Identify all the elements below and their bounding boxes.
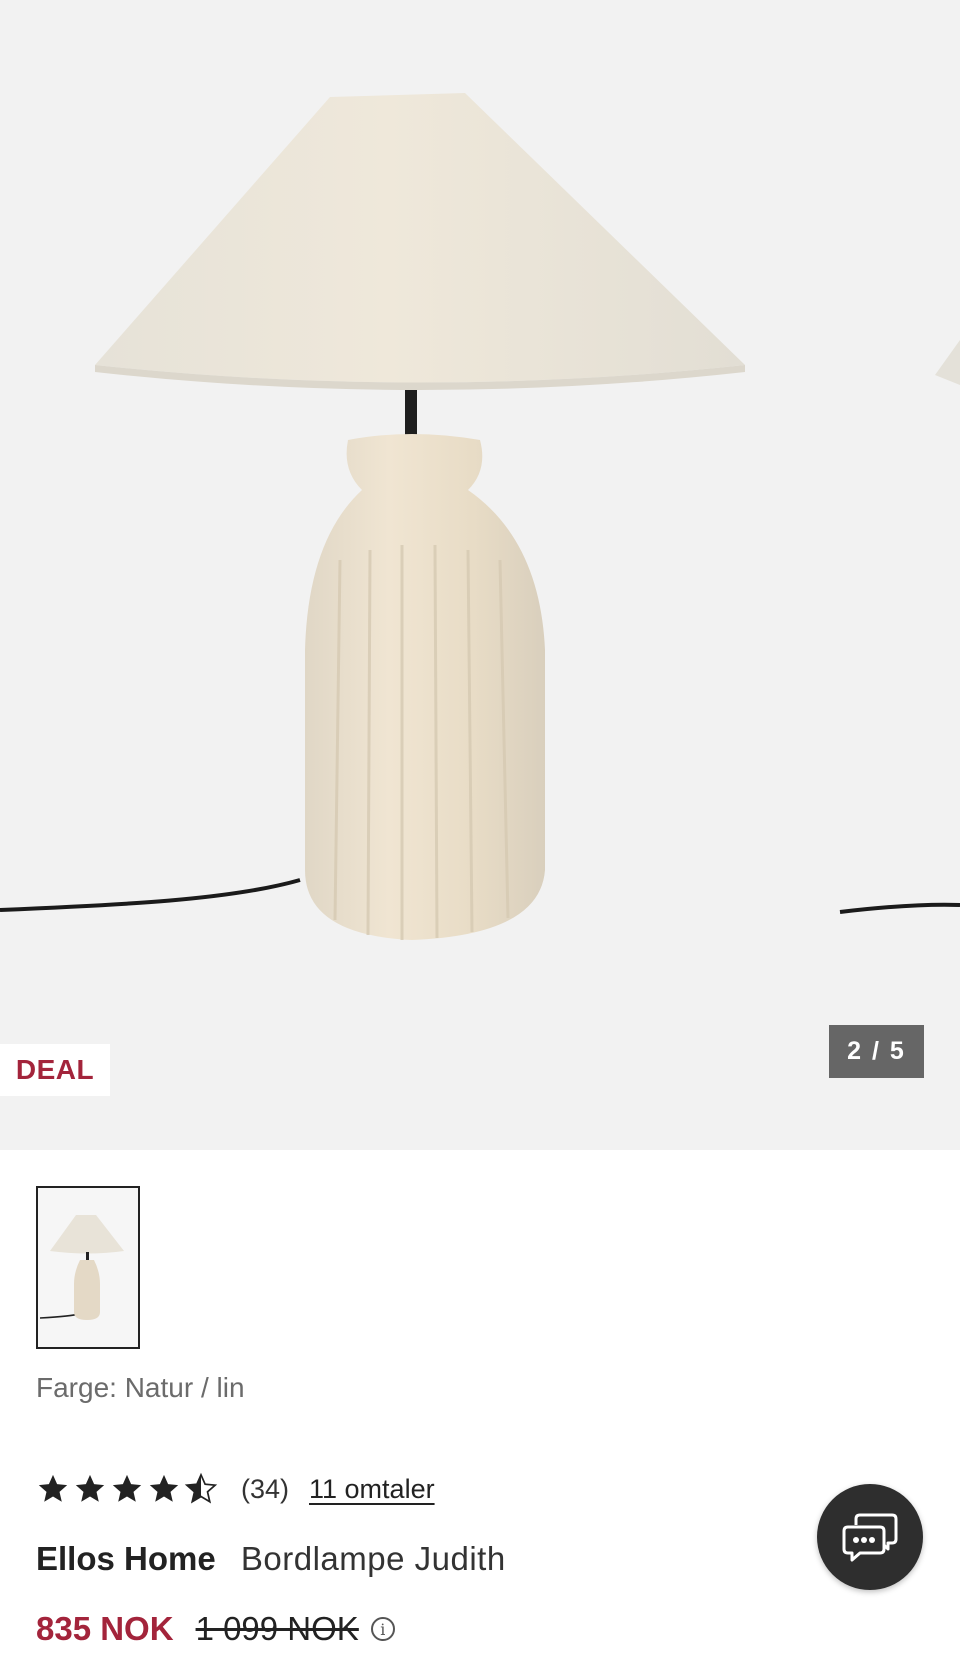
star-rating (36, 1472, 221, 1506)
deal-badge: DEAL (0, 1044, 110, 1096)
info-icon[interactable]: i (370, 1617, 395, 1641)
reviews-link[interactable]: 11 omtaler (309, 1474, 435, 1505)
star-half-icon (184, 1472, 218, 1504)
rating-row: (34) 11 omtaler (36, 1469, 435, 1509)
rating-count: (34) (241, 1473, 290, 1504)
thumbnail-lamp-icon (39, 1215, 124, 1320)
chat-button[interactable] (817, 1484, 923, 1590)
star-icon (149, 1474, 179, 1502)
price-row: 835 NOK 1 099 NOK i (36, 1610, 395, 1648)
star-icon (75, 1474, 105, 1502)
image-counter: 2 / 5 (829, 1025, 924, 1078)
product-image-lamp[interactable] (0, 0, 960, 1150)
product-image-gallery[interactable]: DEAL 2 / 5 (0, 0, 960, 1150)
star-icon (112, 1474, 142, 1502)
current-price: 835 NOK (36, 1610, 174, 1647)
thumbnail-image[interactable] (36, 1186, 140, 1349)
original-price: 1 099 NOK (195, 1610, 359, 1647)
brand-name: Ellos Home (36, 1540, 216, 1577)
product-title: Ellos Home Bordlampe Judith (36, 1540, 506, 1578)
star-icon (38, 1474, 68, 1502)
product-name: Bordlampe Judith (240, 1540, 506, 1577)
chat-bubbles-icon (842, 1513, 898, 1562)
color-label: Farge: Natur / lin (36, 1372, 245, 1403)
